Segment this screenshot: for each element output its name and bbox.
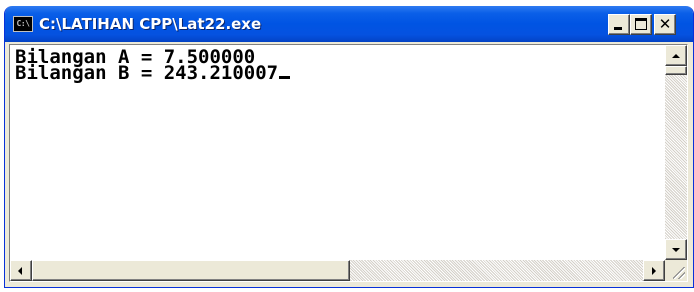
arrow-left-icon (18, 267, 22, 275)
console-window: C:\ C:\LATIHAN CPP\Lat22.exe ✕ Bilangan … (4, 6, 694, 288)
vertical-scrollbar[interactable] (665, 45, 687, 260)
maximize-button[interactable] (630, 14, 652, 35)
text-cursor (279, 76, 291, 79)
arrow-up-icon (672, 54, 680, 58)
console-line-with-cursor: Bilangan B = 243.210007 (10, 62, 665, 84)
close-button[interactable]: ✕ (654, 14, 676, 35)
scroll-down-button[interactable] (665, 239, 687, 260)
vertical-scroll-thumb[interactable] (665, 66, 687, 75)
console-frame: Bilangan A = 7.500000 Bilangan B = 243.2… (9, 44, 688, 282)
resize-grip-icon[interactable] (673, 267, 685, 279)
horizontal-scroll-thumb[interactable] (32, 260, 350, 281)
scroll-left-button[interactable] (10, 260, 32, 281)
horizontal-scrollbar[interactable] (10, 260, 665, 281)
maximize-icon (635, 18, 647, 30)
scroll-right-button[interactable] (643, 260, 665, 281)
minimize-button[interactable] (608, 14, 630, 35)
console-line-text: Bilangan B = 243.210007 (15, 62, 279, 84)
arrow-right-icon (652, 267, 656, 275)
console-output[interactable]: Bilangan A = 7.500000 Bilangan B = 243.2… (10, 45, 665, 260)
title-bar[interactable]: C:\ C:\LATIHAN CPP\Lat22.exe ✕ (5, 6, 693, 42)
scroll-up-button[interactable] (665, 45, 687, 66)
arrow-down-icon (672, 248, 680, 252)
resize-corner[interactable] (665, 260, 687, 281)
console-app-icon[interactable]: C:\ (13, 16, 33, 32)
close-icon: ✕ (658, 15, 672, 33)
minimize-icon (614, 27, 622, 30)
window-title: C:\LATIHAN CPP\Lat22.exe (39, 15, 262, 33)
